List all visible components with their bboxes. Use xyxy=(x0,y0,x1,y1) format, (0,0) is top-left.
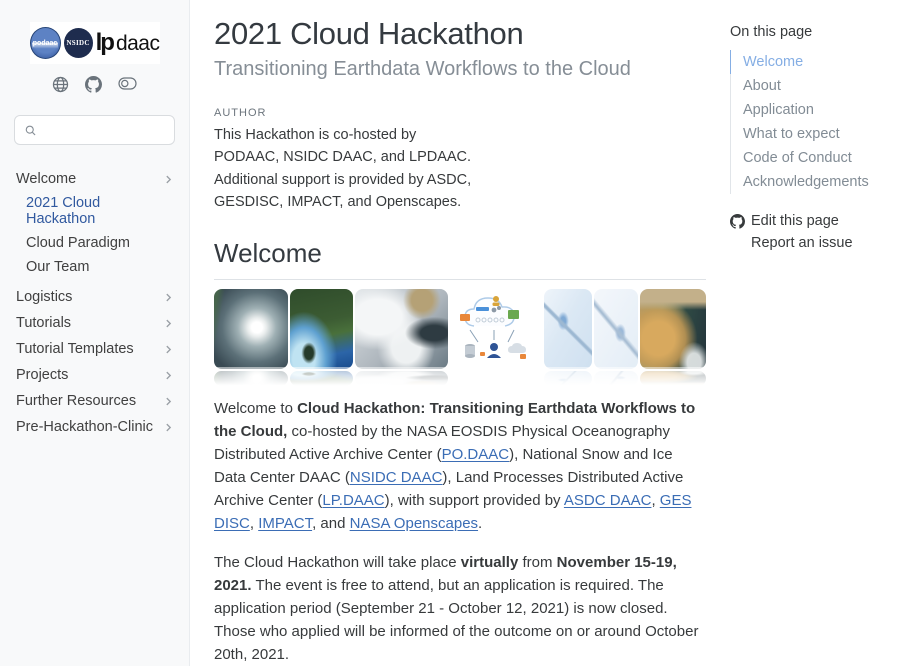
banner-image xyxy=(214,289,706,387)
sidebar-item-welcome[interactable]: Welcome xyxy=(14,167,175,191)
chevron-right-icon xyxy=(164,423,173,432)
page-subtitle: Transitioning Earthdata Workflows to the… xyxy=(214,58,706,81)
page-title: 2021 Cloud Hackathon xyxy=(214,16,706,52)
site-logo[interactable]: podaac NSIDC lp daac xyxy=(30,22,160,64)
sidebar-item-tutorials[interactable]: Tutorials xyxy=(14,311,175,335)
globe-icon[interactable] xyxy=(52,76,69,93)
sidebar-item-tutorial-templates[interactable]: Tutorial Templates xyxy=(14,337,175,361)
github-icon xyxy=(730,214,745,229)
banner-tile-green-coastline-satellite xyxy=(290,289,354,386)
toc-links: Edit this page Report an issue xyxy=(730,210,900,254)
author-text: This Hackathon is co-hosted by PODAAC, N… xyxy=(214,124,482,214)
chevron-right-icon xyxy=(164,397,173,406)
page: podaac NSIDC lp daac xyxy=(0,0,900,666)
banner-tile-arctic-ice-satellite xyxy=(355,289,447,386)
search-icon xyxy=(25,124,36,137)
sidebar-item-cloud-paradigm[interactable]: Cloud Paradigm xyxy=(24,231,175,255)
search-box[interactable] xyxy=(14,115,175,145)
on-this-page: On this page Welcome About Application W… xyxy=(730,0,900,666)
author-label: AUTHOR xyxy=(214,107,706,119)
report-an-issue-link[interactable]: Report an issue xyxy=(730,232,900,254)
sidebar-tool-icons xyxy=(14,76,175,93)
main-content: 2021 Cloud Hackathon Transitioning Earth… xyxy=(190,0,706,666)
sidebar-item-further-resources[interactable]: Further Resources xyxy=(14,389,175,413)
chevron-right-icon xyxy=(164,293,173,302)
welcome-heading: Welcome xyxy=(214,238,706,280)
intro-paragraph: Welcome to Cloud Hackathon: Transitionin… xyxy=(214,397,706,535)
chevron-right-icon xyxy=(164,319,173,328)
text-link[interactable]: NSIDC DAAC xyxy=(350,469,443,486)
text-link[interactable]: IMPACT xyxy=(258,515,312,532)
chevron-right-icon xyxy=(164,345,173,354)
search-input[interactable] xyxy=(44,123,164,138)
toc-item-code-of-conduct[interactable]: Code of Conduct xyxy=(730,146,900,170)
banner-tile-sea-ice-satellite-2 xyxy=(594,289,639,386)
chevron-right-icon xyxy=(164,175,173,184)
toc-list: Welcome About Application What to expect… xyxy=(730,50,900,194)
toc-item-application[interactable]: Application xyxy=(730,98,900,122)
sidebar-item-projects[interactable]: Projects xyxy=(14,363,175,387)
edit-this-page-link[interactable]: Edit this page xyxy=(730,210,900,232)
toc-item-what-to-expect[interactable]: What to expect xyxy=(730,122,900,146)
banner-tile-hurricane-satellite xyxy=(214,289,288,386)
sidebar-item-logistics[interactable]: Logistics xyxy=(14,285,175,309)
schedule-paragraph: The Cloud Hackathon will take place virt… xyxy=(214,551,706,666)
text-link[interactable]: ASDC DAAC xyxy=(564,492,652,509)
banner-tile-sea-ice-satellite xyxy=(544,289,592,386)
sidebar-nav: Welcome 2021 Cloud Hackathon Cloud Parad… xyxy=(14,167,175,439)
toggle-icon[interactable] xyxy=(118,76,138,93)
nsidc-logo: NSIDC xyxy=(64,28,93,58)
lpdaac-logo-mark: lp xyxy=(96,31,113,55)
sidebar-item-our-team[interactable]: Our Team xyxy=(24,255,175,279)
toc-item-welcome[interactable]: Welcome xyxy=(730,50,900,74)
toc-heading: On this page xyxy=(730,24,900,40)
banner-tile-cloud-workflow-diagram xyxy=(456,289,534,386)
sidebar: podaac NSIDC lp daac xyxy=(0,0,190,666)
lpdaac-logo-text: daac xyxy=(116,33,160,54)
text-link[interactable]: LP.DAAC xyxy=(322,492,384,509)
chevron-right-icon xyxy=(164,371,173,380)
sidebar-item-pre-hackathon-clinic[interactable]: Pre-Hackathon-Clinic xyxy=(14,415,175,439)
toc-item-acknowledgements[interactable]: Acknowledgements xyxy=(730,170,900,194)
sidebar-item-2021-cloud-hackathon[interactable]: 2021 Cloud Hackathon xyxy=(24,191,175,231)
github-icon[interactable] xyxy=(85,76,102,93)
text-link[interactable]: NASA Openscapes xyxy=(350,515,478,532)
podaac-logo: podaac xyxy=(30,27,61,59)
sidebar-welcome-children: 2021 Cloud Hackathon Cloud Paradigm Our … xyxy=(14,191,175,279)
banner-tile-desert-coast-satellite xyxy=(640,289,706,386)
toc-item-about[interactable]: About xyxy=(730,74,900,98)
text-link[interactable]: PO.DAAC xyxy=(442,446,510,463)
